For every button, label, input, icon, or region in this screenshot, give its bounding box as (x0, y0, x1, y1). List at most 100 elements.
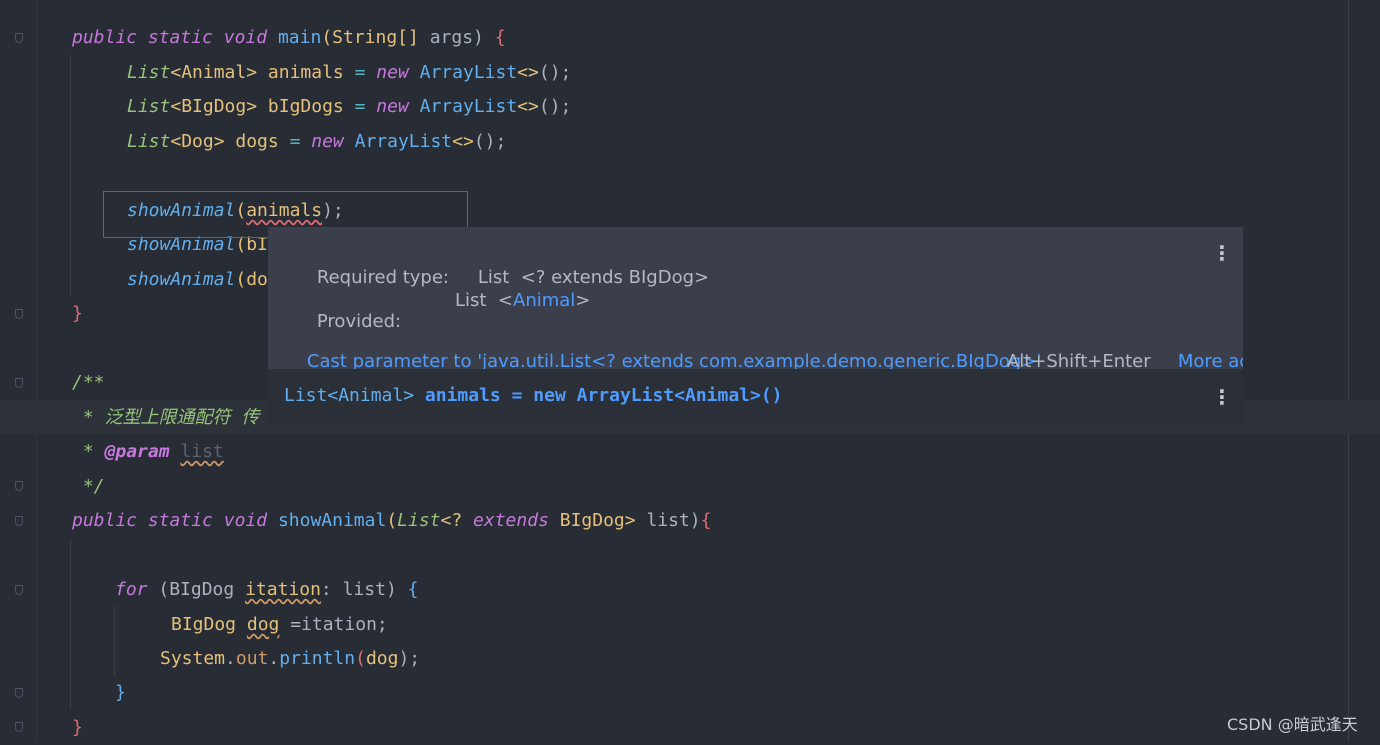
keyword: public (72, 510, 138, 531)
type-name: String[] (332, 27, 419, 48)
fold-icon[interactable] (13, 722, 25, 734)
fold-icon[interactable] (13, 378, 25, 390)
type-name: List (127, 131, 171, 152)
type-name: List (127, 62, 171, 83)
indent-guide (70, 540, 71, 710)
code-line-close-method[interactable]: } (72, 711, 83, 745)
punctuation: . (225, 648, 236, 669)
decl-more-options-icon[interactable]: ⋮ (1212, 387, 1232, 407)
argument: dog (365, 648, 399, 669)
code-line-call-dogs[interactable]: showAnimal(do (127, 263, 268, 297)
keyword: void (223, 510, 268, 531)
generic: <Dog> (170, 131, 225, 152)
paren: ( (321, 27, 333, 48)
brace: } (72, 303, 83, 324)
doc-comment: /** (72, 372, 105, 393)
class-name: System (160, 648, 226, 669)
fold-icon[interactable] (13, 516, 25, 528)
doc-comment: * 泛型上限通配符 传 (72, 407, 260, 428)
more-options-icon[interactable]: ⋮ (1212, 243, 1232, 263)
class-name: ArrayList (343, 131, 453, 152)
keyword: new (376, 62, 409, 83)
gutter-divider (36, 0, 37, 742)
generic: <? (440, 510, 474, 531)
doc-comment: * (72, 441, 105, 462)
code-line-animals-decl[interactable]: List<Animal> animals = new ArrayList<>()… (127, 56, 571, 90)
method-call: println (279, 648, 356, 669)
required-type-value: List <? extends BIgDog> (477, 267, 710, 288)
code-line-close-for[interactable]: } (115, 676, 126, 710)
fold-icon[interactable] (13, 33, 25, 45)
method-name: showAnimal (277, 510, 387, 531)
variable: dogs (224, 131, 279, 152)
provided-end: > (575, 290, 591, 311)
brace: } (115, 682, 126, 703)
brace: { (700, 510, 712, 531)
doc-tag: @param (104, 441, 170, 462)
code-line-bigdogs-decl[interactable]: List<BIgDog> bIgDogs = new ArrayList<>()… (127, 90, 571, 124)
code-line-doc-open[interactable]: /** (72, 366, 105, 400)
code-line-doc-param[interactable]: * @param list (72, 435, 224, 469)
code-line-dogs-decl[interactable]: List<Dog> dogs = new ArrayList<>(); (127, 125, 506, 159)
code-line-for[interactable]: for (BIgDog itation: list) { (115, 573, 418, 607)
keyword: for (115, 579, 148, 600)
code-line-println[interactable]: System.out.println(dog); (160, 642, 420, 676)
operator: = (343, 62, 377, 83)
paren: ( (355, 648, 366, 669)
generic: <Animal> (170, 62, 258, 83)
type-name: List (127, 96, 171, 117)
code-line-main-signature[interactable]: public static void main(String[] args) { (72, 21, 506, 55)
diamond: <> (452, 131, 474, 152)
generic: <BIgDog> (170, 96, 258, 117)
code-line-doc-text[interactable]: * 泛型上限通配符 传 (72, 401, 260, 435)
required-type-label: Required type: (316, 267, 449, 288)
variable: animals (257, 62, 344, 83)
punctuation: (); (538, 62, 572, 83)
code-line-close-main[interactable]: } (72, 297, 83, 331)
punctuation: (); (473, 131, 507, 152)
class-name: ArrayList (408, 96, 518, 117)
type-mismatch-popup[interactable]: Required type: List <? extends BIgDog> ⋮… (268, 227, 1243, 425)
punctuation: ); (398, 648, 421, 669)
watermark: CSDN @暗武逢天 (1227, 715, 1358, 734)
param: args) (418, 27, 495, 48)
paren: ( (235, 269, 247, 290)
provided-value-row: List <Animal> (455, 290, 590, 311)
editor-gutter (0, 0, 44, 742)
fold-icon[interactable] (13, 585, 25, 597)
paren: ( (386, 510, 398, 531)
variable: dog (246, 614, 280, 635)
decl-body: animals = new ArrayList<Animal>() (414, 385, 783, 406)
diamond: <> (517, 62, 539, 83)
brace: { (494, 27, 506, 48)
method-name: main (277, 27, 322, 48)
doc-comment: */ (72, 476, 105, 497)
declaration-preview: List<Animal> animals = new ArrayList<Ani… (284, 385, 783, 406)
diamond: <> (517, 96, 539, 117)
assignment: =itation; (279, 614, 388, 635)
type-name: BIgDog (171, 614, 247, 635)
code-line-showanimal-signature[interactable]: public static void showAnimal(List<? ext… (72, 504, 711, 538)
keyword: static (147, 27, 213, 48)
loop-variable: itation (245, 579, 321, 600)
type-name: List (397, 510, 441, 531)
fold-icon[interactable] (13, 481, 25, 493)
method-call: showAnimal (127, 269, 236, 290)
operator: = (343, 96, 377, 117)
provided-list: List < (455, 290, 513, 311)
punctuation: (); (538, 96, 572, 117)
keyword: static (147, 510, 213, 531)
fold-icon[interactable] (13, 309, 25, 321)
class-name: BIgDog> (548, 510, 647, 531)
provided-label: Provided: (316, 311, 402, 332)
provided-type-link[interactable]: Animal (513, 290, 575, 311)
code-line-doc-close[interactable]: */ (72, 470, 105, 504)
decl-generic: <Animal> (327, 385, 415, 406)
indent-guide (114, 606, 115, 676)
fold-icon[interactable] (13, 688, 25, 700)
code-line-dog-assign[interactable]: BIgDog dog =itation; (171, 608, 388, 642)
field: out (235, 648, 269, 669)
right-margin-guide (1348, 0, 1349, 742)
argument: do (246, 269, 268, 290)
keyword: new (311, 131, 344, 152)
